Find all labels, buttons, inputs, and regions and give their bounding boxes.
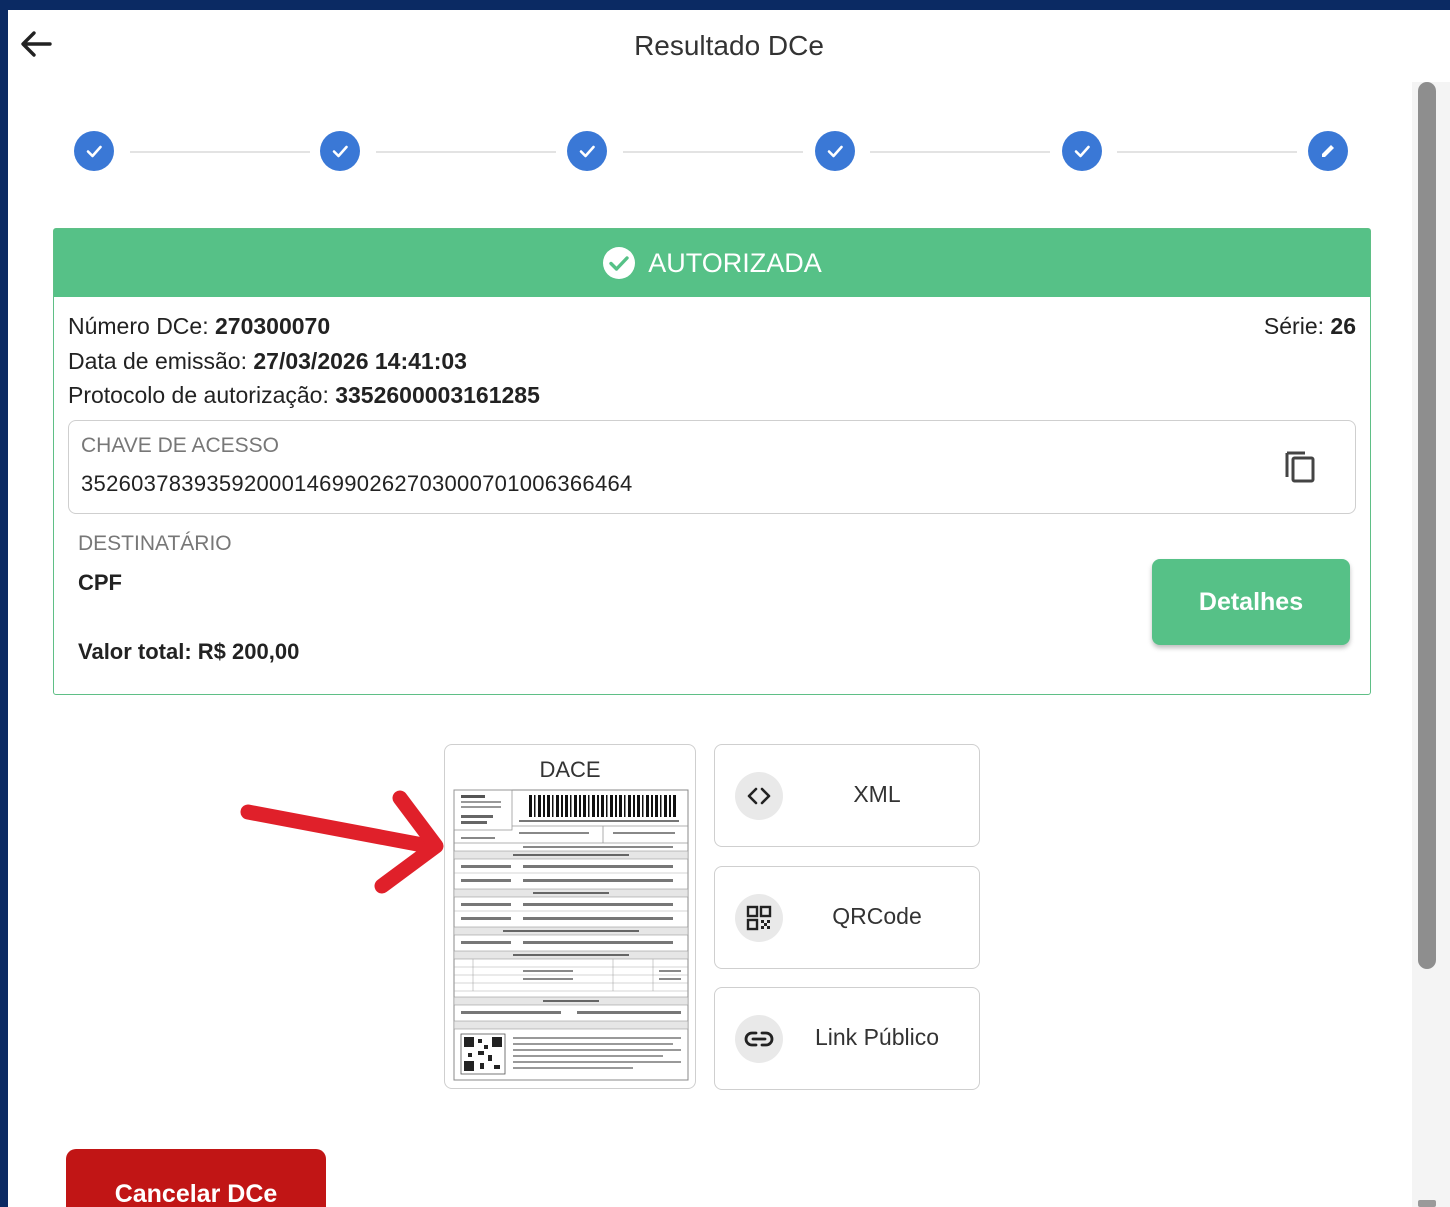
pencil-icon: [1322, 145, 1334, 157]
copy-button[interactable]: [1279, 443, 1323, 487]
step-connector: [870, 151, 1050, 153]
status-banner: AUTORIZADA: [54, 229, 1370, 297]
protocolo-label: Protocolo de autorização:: [68, 382, 336, 408]
numero-line: Número DCe: 270300070: [68, 313, 330, 340]
dace-title: DACE: [539, 757, 601, 782]
step-3[interactable]: [567, 131, 607, 171]
link-publico-label: Link Público: [814, 1024, 940, 1050]
step-5[interactable]: [1062, 131, 1102, 171]
scroll-down-arrow[interactable]: [1418, 1200, 1436, 1207]
scrollbar-thumb[interactable]: [1418, 82, 1436, 969]
destinatario-value: CPF: [78, 570, 122, 595]
data-emissao-line: Data de emissão: 27/03/2026 14:41:03: [68, 348, 467, 375]
cancelar-dce-button[interactable]: Cancelar DCe: [66, 1149, 326, 1207]
step-connector: [376, 151, 556, 153]
protocolo-value: 3352600003161285: [335, 382, 540, 408]
app-window: Resultado DCe AUTORIZADA Número DCe: 270…: [8, 10, 1450, 1207]
result-card: AUTORIZADA Número DCe: 270300070 Série: …: [53, 228, 1371, 695]
xml-button[interactable]: XML: [714, 744, 980, 847]
check-circle-icon: [603, 247, 636, 279]
step-connector: [623, 151, 803, 153]
step-connector: [1117, 151, 1297, 153]
data-value: 27/03/2026 14:41:03: [253, 348, 467, 374]
chave-value: 3526037839359200014699026270300070100636…: [81, 471, 633, 496]
protocolo-line: Protocolo de autorização: 33526000031612…: [68, 382, 540, 409]
serie-value: 26: [1330, 313, 1356, 339]
code-icon: [735, 772, 783, 820]
top-bar: Resultado DCe: [8, 10, 1450, 82]
detalhes-button[interactable]: Detalhes: [1152, 559, 1350, 645]
qrcode-button[interactable]: QRCode: [714, 866, 980, 969]
numero-value: 270300070: [214, 313, 331, 339]
serie-label: Série:: [1263, 313, 1331, 339]
valor-total: Valor total: R$ 200,00: [78, 639, 300, 664]
chave-label: CHAVE DE ACESSO: [81, 434, 280, 457]
red-arrow-annotation-icon: [240, 790, 444, 894]
step-1[interactable]: [74, 131, 114, 171]
check-icon: [1074, 145, 1090, 158]
dace-document-card[interactable]: DACE: [444, 744, 696, 1089]
page-title: Resultado DCe: [634, 30, 824, 61]
check-icon: [332, 145, 348, 158]
step-connector: [130, 151, 310, 153]
link-icon: [735, 1015, 783, 1063]
status-label: AUTORIZADA: [648, 247, 822, 278]
link-publico-button[interactable]: Link Público: [714, 987, 980, 1090]
qrcode-icon: [735, 894, 783, 942]
serie-line: Série: 26: [1264, 313, 1356, 340]
data-label: Data de emissão:: [68, 348, 254, 374]
copy-icon: [1285, 451, 1315, 483]
step-4[interactable]: [815, 131, 855, 171]
step-6[interactable]: [1308, 131, 1348, 171]
check-icon: [827, 145, 843, 158]
check-icon: [579, 145, 595, 158]
chave-acesso-field: CHAVE DE ACESSO 352603783935920001469902…: [68, 420, 1356, 514]
xml-label: XML: [853, 781, 901, 807]
check-icon: [86, 145, 102, 158]
step-2[interactable]: [320, 131, 360, 171]
qrcode-label: QRCode: [832, 903, 922, 929]
progress-stepper: [8, 120, 1412, 182]
dace-preview-image: [453, 789, 689, 1081]
destinatario-label: DESTINATÁRIO: [78, 532, 232, 555]
numero-label: Número DCe:: [68, 313, 215, 339]
